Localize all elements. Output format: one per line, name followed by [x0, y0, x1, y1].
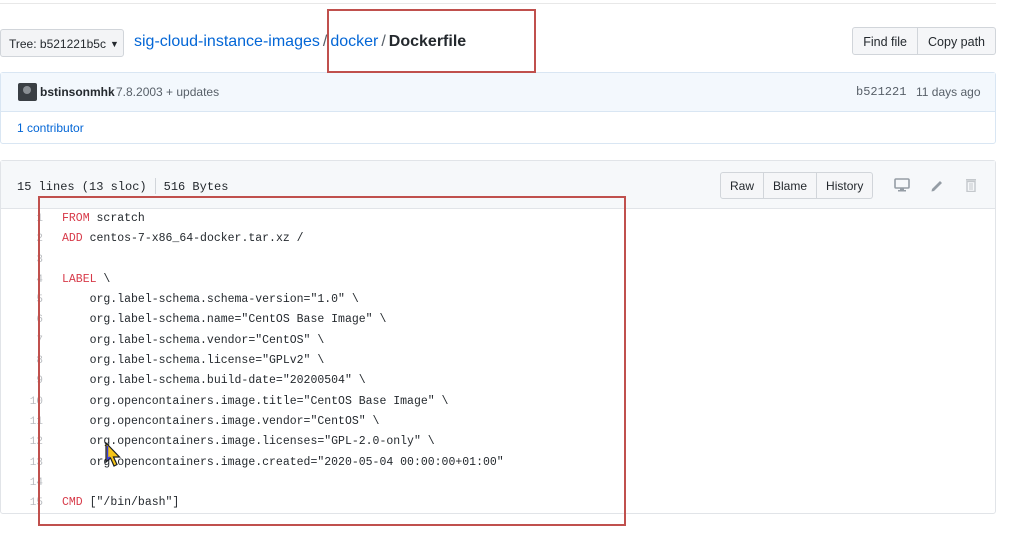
commit-date: 11 days ago [916, 85, 981, 99]
line-number[interactable]: 14 [1, 473, 43, 493]
code-line: 10 org.opencontainers.image.title="CentO… [1, 392, 995, 412]
code-line-content: FROM scratch [62, 209, 145, 229]
line-number[interactable]: 13 [1, 453, 43, 473]
line-number[interactable]: 4 [1, 270, 43, 290]
code-line-content: org.opencontainers.image.created="2020-0… [62, 453, 504, 473]
code-text: \ [96, 272, 111, 286]
breadcrumb: sig-cloud-instance-images / docker / Dockerf… [134, 31, 466, 53]
file-header: 15 lines (13 sloc) 516 Bytes Raw Blame Hi… [1, 161, 995, 209]
commit-message[interactable]: 7.8.2003 + updates [116, 85, 219, 99]
code-line-content: org.label-schema.license="GPLv2" \ [62, 351, 325, 371]
code-line: 11 org.opencontainers.image.vendor="Cent… [1, 412, 995, 432]
code-line-content: CMD ["/bin/bash"] [62, 493, 179, 513]
find-file-button[interactable]: Find file [852, 27, 919, 55]
breadcrumb-current-file: Dockerfile [388, 33, 467, 50]
file-size: 516 Bytes [163, 180, 229, 194]
code-line: 9 org.label-schema.build-date="20200504"… [1, 371, 995, 391]
code-view: 1 FROM scratch 2 ADD centos-7-x86_64-docker… [1, 209, 995, 513]
code-keyword: FROM [62, 212, 90, 225]
file-path-actions: Find file Copy path [852, 27, 996, 55]
line-number[interactable]: 12 [1, 432, 43, 452]
code-line: 2 ADD centos-7-x86_64-docker.tar.xz / [1, 229, 995, 249]
code-keyword: LABEL [62, 272, 97, 286]
commit-header: bstinsonmhk 7.8.2003 + updates b521221 1… [1, 73, 995, 112]
file-viewer: 15 lines (13 sloc) 516 Bytes Raw Blame Hi… [0, 160, 996, 514]
file-info: 15 lines (13 sloc) 516 Bytes [17, 178, 228, 194]
code-text: org.label-schema.vendor="CentOS" \ [62, 333, 325, 347]
trash-icon[interactable] [963, 178, 979, 192]
code-line: 14 [1, 473, 995, 493]
line-number[interactable]: 1 [1, 209, 43, 229]
code-text: org.opencontainers.image.created="2020-0… [62, 455, 504, 469]
code-line: 8 org.label-schema.license="GPLv2" \ [1, 351, 995, 371]
code-text: org.label-schema.build-date="20200504" \ [62, 374, 366, 388]
code-text: scratch [89, 212, 145, 225]
line-number[interactable]: 8 [1, 351, 43, 371]
commit-author-link[interactable]: bstinsonmhk [40, 85, 115, 99]
code-line: 7 org.label-schema.vendor="CentOS" \ [1, 331, 995, 351]
code-line: 15 CMD ["/bin/bash"] [1, 493, 995, 513]
desktop-icon[interactable] [894, 178, 910, 192]
branch-tree-label: Tree: b521221b5c [9, 37, 106, 51]
code-line: 3 [1, 250, 995, 270]
history-button[interactable]: History [817, 172, 874, 199]
code-text: org.opencontainers.image.title="CentOS B… [62, 394, 449, 408]
code-line: 5 org.label-schema.schema-version="1.0" … [1, 290, 995, 310]
blame-button[interactable]: Blame [764, 172, 818, 199]
breadcrumb-folder-link[interactable]: docker [330, 33, 378, 50]
code-keyword: CMD [62, 496, 83, 510]
code-line-content: org.label-schema.build-date="20200504" \ [62, 371, 366, 391]
code-line-content: org.label-schema.schema-version="1.0" \ [62, 290, 359, 310]
avatar[interactable] [18, 83, 37, 101]
code-line-content: org.label-schema.vendor="CentOS" \ [62, 331, 325, 351]
mouse-cursor-icon [105, 442, 121, 467]
commit-sha-link[interactable]: b521221 [856, 85, 906, 99]
caret-down-icon: ▼ [109, 39, 119, 49]
code-line: 4 LABEL \ [1, 270, 995, 290]
code-keyword: ADD [62, 232, 83, 246]
line-count: 15 lines (13 sloc) [17, 180, 147, 194]
line-number[interactable]: 15 [1, 493, 43, 513]
line-number[interactable]: 9 [1, 371, 43, 391]
code-line-content: ADD centos-7-x86_64-docker.tar.xz / [62, 229, 304, 249]
code-line: 12 org.opencontainers.image.licenses="GP… [1, 432, 995, 452]
code-text: org.label-schema.schema-version="1.0" \ [62, 293, 359, 307]
code-text: org.opencontainers.image.vendor="CentOS"… [62, 414, 380, 428]
code-line-content: org.opencontainers.image.vendor="CentOS"… [62, 412, 380, 432]
code-text: ["/bin/bash"] [82, 496, 180, 510]
file-action-buttons: Raw Blame History [720, 172, 874, 199]
contributors-link[interactable]: 1 contributor [17, 121, 84, 135]
line-number[interactable]: 7 [1, 331, 43, 351]
breadcrumb-separator: / [381, 33, 386, 50]
breadcrumb-repo-link[interactable]: sig-cloud-instance-images [134, 33, 320, 50]
code-line: 6 org.label-schema.name="CentOS Base Ima… [1, 310, 995, 330]
line-number[interactable]: 3 [1, 250, 43, 270]
line-number[interactable]: 2 [1, 229, 43, 249]
breadcrumb-separator: / [322, 33, 328, 50]
code-line-content: org.opencontainers.image.title="CentOS B… [62, 392, 449, 412]
divider [154, 178, 156, 194]
code-line: 13 org.opencontainers.image.created="202… [1, 453, 995, 473]
commit-info-box: bstinsonmhk 7.8.2003 + updates b521221 1… [0, 72, 996, 144]
line-number[interactable]: 10 [1, 392, 43, 412]
code-line-content: org.label-schema.name="CentOS Base Image… [62, 310, 387, 330]
branch-tree-button[interactable]: Tree: b521221b5c ▼ [0, 29, 124, 57]
line-number[interactable]: 11 [1, 412, 43, 432]
line-number[interactable]: 5 [1, 290, 43, 310]
code-line-content: LABEL \ [62, 270, 110, 290]
code-line: 1 FROM scratch [1, 209, 995, 229]
code-text: org.label-schema.name="CentOS Base Image… [62, 313, 387, 327]
pencil-icon[interactable] [929, 178, 945, 192]
copy-path-button[interactable]: Copy path [918, 27, 996, 55]
raw-button[interactable]: Raw [720, 172, 765, 199]
code-text: org.label-schema.license="GPLv2" \ [62, 354, 325, 368]
code-text: centos-7-x86_64-docker.tar.xz / [82, 232, 304, 246]
line-number[interactable]: 6 [1, 310, 43, 330]
top-divider [0, 3, 996, 4]
